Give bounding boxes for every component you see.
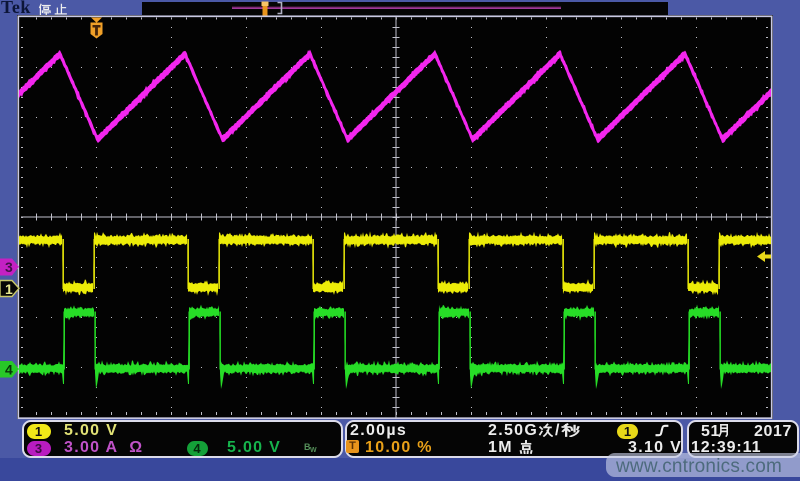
svg-text:1: 1: [5, 281, 13, 297]
svg-text:4: 4: [5, 362, 13, 378]
svg-text:3: 3: [5, 259, 13, 275]
